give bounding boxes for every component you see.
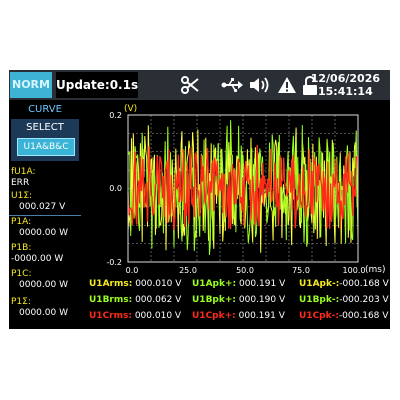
channel-select-button[interactable]: U1A&B&C	[17, 138, 75, 156]
reading-u1brms: U1Brms: 000.062 V	[89, 295, 182, 305]
sidebar-value-p1b: P1B: -0000.00 W	[11, 243, 64, 264]
reading-u1bpk-plus: U1Bpk+: 000.190 V	[192, 295, 286, 305]
sidebar-value-p1sum: P1Σ: 0000.00 W	[11, 297, 68, 318]
y-axis-unit: (V)	[124, 104, 137, 114]
curve-title: CURVE	[28, 104, 62, 115]
time-label: 15:41:14	[318, 85, 373, 98]
left-sidebar: CURVE SELECT U1A&B&C fU1A: ERR U1Σ: 000.…	[9, 101, 81, 329]
measurement-readings: U1Arms: 000.010 V U1Apk+: 000.191 V U1Ap…	[89, 276, 389, 324]
x-tick-label: 25.0	[179, 266, 197, 275]
sidebar-value-fu1a: fU1A: ERR	[11, 167, 36, 188]
date-time-display: 12/06/2026 15:41:14	[311, 72, 380, 98]
speaker-icon[interactable]	[249, 76, 271, 94]
top-status-bar: NORM Update:0.1s 12/06/2026 15:41:14	[9, 70, 390, 100]
reading-u1arms: U1Arms: 000.010 V	[89, 279, 182, 289]
reading-u1apk-plus: U1Apk+: 000.191 V	[192, 279, 286, 289]
y-tick-label: -0.2	[106, 258, 122, 267]
reading-u1cpk-plus: U1Cpk+: 000.191 V	[192, 311, 285, 321]
readings-row: U1Arms: 000.010 V U1Apk+: 000.191 V U1Ap…	[89, 276, 389, 292]
y-tick-label: 0.2	[109, 111, 122, 120]
date-label: 12/06/2026	[310, 72, 380, 85]
select-panel: SELECT U1A&B&C	[11, 119, 79, 161]
sidebar-value-p1c: P1C: 0000.00 W	[11, 269, 68, 290]
reading-u1bpk-minus: U1Bpk-:-000.203 V	[299, 295, 389, 305]
reading-u1crms: U1Crms: 000.010 V	[89, 311, 182, 321]
norm-mode-button[interactable]: NORM	[10, 72, 52, 98]
sidebar-value-u1sum: U1Σ: 000.027 V	[11, 191, 66, 212]
x-tick-label: 75.0	[292, 266, 310, 275]
x-tick-label: 0.0	[126, 266, 139, 275]
sidebar-value-p1a: P1A: 0000.00 W	[11, 217, 68, 238]
waveform-chart: (V) (ms) 0.2 0.0 -0.2 0.0 25.0 50.0 75.0…	[84, 101, 390, 276]
update-rate-label[interactable]: Update:0.1s	[56, 72, 138, 98]
x-tick-label: 50.0	[236, 266, 254, 275]
instrument-screen: NORM Update:0.1s 12/06/2026 15:41:14 CUR…	[9, 70, 390, 329]
readings-row: U1Crms: 000.010 V U1Cpk+: 000.191 V U1Cp…	[89, 308, 389, 324]
reading-u1apk-minus: U1Apk-:-000.168 V	[299, 279, 389, 289]
usb-icon	[221, 78, 243, 93]
y-tick-label: 0.0	[109, 184, 122, 193]
divider	[9, 215, 81, 216]
reading-u1cpk-minus: U1Cpk-:-000.168 V	[299, 311, 389, 321]
select-label: SELECT	[26, 122, 64, 133]
warning-icon	[278, 77, 296, 93]
scissors-icon[interactable]	[181, 76, 199, 94]
x-axis-unit: (ms)	[365, 265, 385, 275]
readings-row: U1Brms: 000.062 V U1Bpk+: 000.190 V U1Bp…	[89, 292, 389, 308]
x-tick-label: 100.0	[343, 266, 366, 275]
